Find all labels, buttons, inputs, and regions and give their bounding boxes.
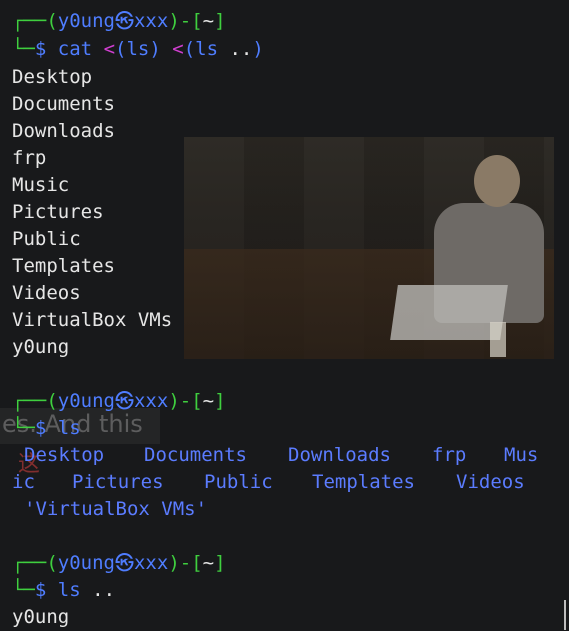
dir-entry: Pictures	[72, 471, 164, 493]
prompt-dir: ~	[202, 10, 215, 32]
output-line: Templates	[12, 255, 115, 277]
video-overlay	[184, 137, 554, 359]
command-line-3[interactable]: └─$ ls ..	[12, 577, 115, 604]
command-line-1[interactable]: └─$ cat <(ls) <(ls ..)	[12, 36, 264, 63]
prompt-host: xxx	[133, 390, 169, 412]
output-line: y0ung	[12, 336, 70, 358]
output-line: Videos	[12, 282, 81, 304]
prompt-line-3: ┌──(y0ung㉿xxx)-[~]	[12, 552, 226, 574]
video-bottle	[490, 322, 506, 357]
prompt-dir: ~	[202, 390, 215, 412]
dir-entry: frp	[432, 444, 467, 466]
prompt-user: y0ung	[57, 390, 115, 412]
output-line: Desktop	[12, 66, 93, 88]
prompt-host: xxx	[133, 552, 169, 574]
output-line: Downloads	[12, 120, 115, 142]
scrollbar[interactable]	[564, 600, 566, 630]
output-line: frp	[12, 147, 47, 169]
prompt-line-1: ┌──(y0ung㉿xxx)-[~]	[12, 10, 226, 32]
dir-entry: ic	[12, 471, 35, 493]
video-person-head	[474, 155, 520, 207]
output-line: Music	[12, 174, 70, 196]
command-cat: cat	[57, 38, 93, 60]
dir-entry: Public	[204, 471, 273, 493]
command-line-2[interactable]: └─$ ls	[12, 415, 81, 442]
dir-entry: Documents	[144, 444, 247, 466]
prompt-user: y0ung	[57, 552, 115, 574]
prompt-at: ㉿	[114, 390, 134, 412]
dir-entry: Videos	[456, 471, 525, 493]
output-line: Pictures	[12, 201, 104, 223]
command-ls: ls	[57, 579, 81, 601]
command-ls: ls	[57, 417, 81, 439]
dir-entry: Downloads	[288, 444, 391, 466]
dir-entry: 'VirtualBox VMs'	[24, 498, 208, 520]
dir-entry: Mus	[504, 444, 539, 466]
prompt-at: ㉿	[114, 552, 134, 574]
prompt-line-2: ┌──(y0ung㉿xxx)-[~]	[12, 390, 226, 412]
terminal-window[interactable]: ┌──(y0ung㉿xxx)-[~] └─$ cat <(ls) <(ls ..…	[0, 0, 569, 630]
prompt-user: y0ung	[57, 10, 115, 32]
output-line: Documents	[12, 93, 115, 115]
output-line: VirtualBox VMs	[12, 309, 173, 331]
prompt-host: xxx	[133, 10, 169, 32]
prompt-at: ㉿	[114, 10, 134, 32]
dir-entry: Templates	[312, 471, 415, 493]
output-line: Public	[12, 228, 81, 250]
command-arg: ..	[92, 579, 116, 601]
prompt-dir: ~	[202, 552, 215, 574]
dir-entry: Desktop	[24, 444, 105, 466]
output-line: y0ung	[12, 606, 70, 628]
